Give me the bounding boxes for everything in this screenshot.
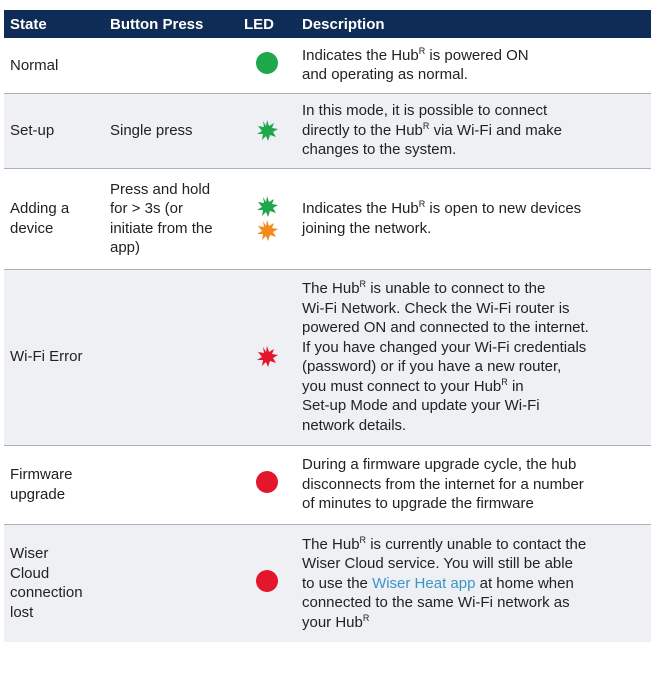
description-cell: During a firmware upgrade cycle, the hub… <box>302 456 584 513</box>
button-press-cell <box>104 38 238 93</box>
led-cell <box>238 38 296 93</box>
led-solid-red-icon <box>256 470 278 493</box>
wiser-heat-app-link[interactable]: Wiser Heat app <box>372 575 475 592</box>
button-press-cell <box>104 524 238 642</box>
table-row-adding-device: Adding a device Press and hold for > 3s (… <box>4 168 651 269</box>
header-button-press: Button Press <box>110 15 204 33</box>
led-flashing-green-icon <box>257 119 278 141</box>
led-cell <box>238 524 296 642</box>
button-press-cell: Press and hold for > 3s (or initiate fro… <box>110 180 213 257</box>
table-row-normal: Normal Indicates the HubR is powered ON … <box>4 38 651 93</box>
description-cell: The HubR is unable to connect to the Wi-… <box>302 279 589 434</box>
table-row-firmware-upgrade: Firmware upgrade During a firmware upgrad… <box>4 445 651 524</box>
state-cell: Adding a device <box>10 200 70 237</box>
led-status-table: State Button Press LED Description Norma… <box>4 10 651 642</box>
led-flashing-red-icon <box>257 346 278 367</box>
led-solid-green-icon <box>256 51 278 74</box>
description-cell: Indicates the HubR is powered ON and ope… <box>302 45 529 84</box>
button-press-cell: Single press <box>110 121 193 139</box>
button-press-cell <box>104 269 238 445</box>
led-solid-red-icon <box>256 569 278 592</box>
header-led: LED <box>244 15 274 33</box>
description-cell: In this mode, it is possible to connect … <box>302 102 562 159</box>
table-row-wifi-error: Wi-Fi Error The HubR is unable to connec… <box>4 269 651 445</box>
table-header-row: State Button Press LED Description <box>4 10 651 38</box>
header-description: Description <box>302 15 385 33</box>
led-flashing-green-icon <box>257 195 278 217</box>
led-cell <box>238 93 296 168</box>
description-cell: The HubR is currently unable to contact … <box>302 534 587 631</box>
state-cell: Normal <box>10 56 59 74</box>
led-cell <box>238 445 296 524</box>
previous-section-heading-fragment <box>0 0 653 8</box>
state-cell: Wiser Cloud connection lost <box>10 545 83 621</box>
led-flashing-orange-icon <box>257 219 278 241</box>
button-press-cell <box>104 445 238 524</box>
table-row-setup: Set-up Single press In this mode, it is … <box>4 93 651 168</box>
state-cell: Wi-Fi Error <box>10 348 83 366</box>
header-state: State <box>10 15 47 33</box>
state-cell: Firmware upgrade <box>10 466 73 503</box>
description-cell: Indicates the HubR is open to new device… <box>302 199 582 237</box>
state-cell: Set-up <box>10 121 55 139</box>
led-cell <box>238 269 296 445</box>
led-cell <box>238 168 296 269</box>
table-row-cloud-connection-lost: Wiser Cloud connection lost The HubR is … <box>4 524 651 642</box>
